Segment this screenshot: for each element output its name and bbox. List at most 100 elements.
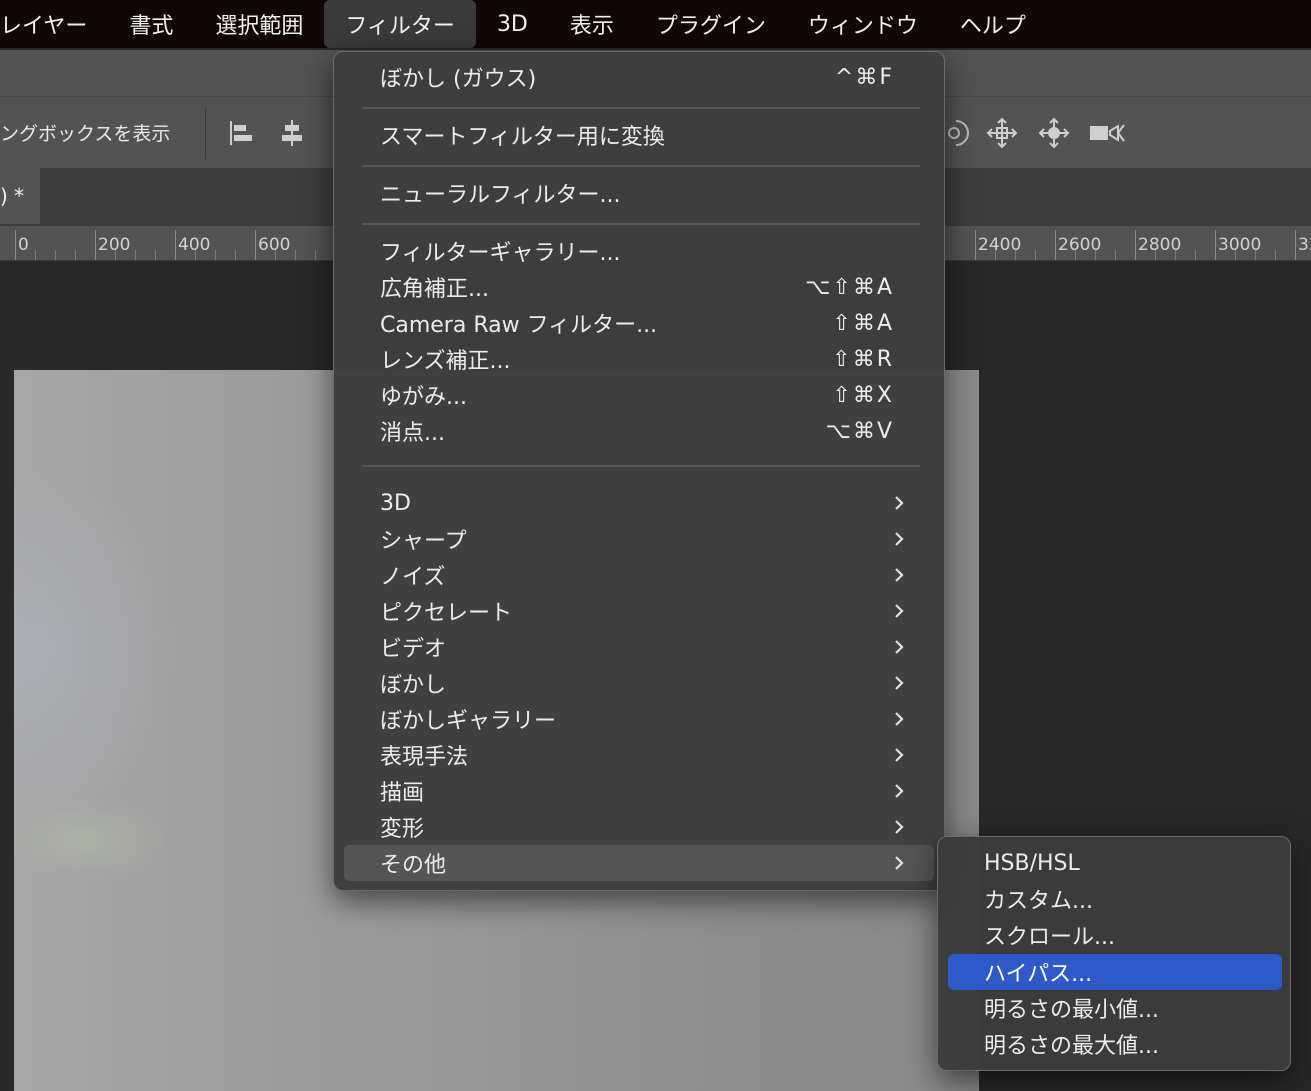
menu-help[interactable]: ヘルプ [939, 0, 1047, 48]
chevron-right-icon [895, 784, 904, 798]
menu-item-label: ぼかし (ガウス) [380, 67, 537, 92]
submenu-item-offset[interactable]: スクロール... [948, 917, 1282, 953]
ruler-tick [255, 230, 256, 260]
show-bounding-box-label[interactable]: ングボックスを表示 [0, 119, 170, 146]
ruler-minor-tick [215, 250, 216, 260]
menu-item-label: その他 [380, 853, 447, 878]
chevron-right-icon [895, 604, 904, 618]
ruler-minor-tick [295, 250, 296, 260]
menu-item-convert-smart-filter[interactable]: スマートフィルター用に変換 [344, 117, 934, 153]
ruler-label: 0 [18, 235, 29, 255]
menu-item-distort[interactable]: 変形 [344, 809, 934, 845]
menu-item-label: スマートフィルター用に変換 [380, 125, 665, 150]
menu-item-label: シャープ [380, 529, 467, 554]
menu-item-label: 描画 [380, 781, 425, 806]
menu-item-label: 広角補正... [380, 277, 489, 302]
menu-type[interactable]: 書式 [108, 0, 194, 48]
menu-view[interactable]: 表示 [549, 0, 635, 48]
menu-item-camera-raw-filter[interactable]: Camera Raw フィルター... ⇧⌘A [344, 305, 934, 341]
menu-item-lens-correction[interactable]: レンズ補正... ⇧⌘R [344, 341, 934, 377]
chevron-right-icon [895, 712, 904, 726]
menu-item-sharpen[interactable]: シャープ [344, 521, 934, 557]
ruler-minor-tick [155, 250, 156, 260]
menu-item-other[interactable]: その他 [344, 845, 934, 881]
ruler-label: 32 [1298, 235, 1311, 255]
menu-item-filter-gallery[interactable]: フィルターギャラリー... [344, 233, 934, 269]
menu-bar: レイヤー 書式 選択範囲 フィルター 3D 表示 プラグイン ウィンドウ ヘルプ [0, 0, 1311, 48]
menu-item-label: 3D [380, 490, 411, 516]
menu-item-adaptive-wide-angle[interactable]: 広角補正... ⌥⇧⌘A [344, 269, 934, 305]
menu-item-label: Camera Raw フィルター... [380, 313, 658, 338]
menu-layer[interactable]: レイヤー [0, 0, 108, 48]
menu-item-shortcut: ^⌘F [834, 64, 894, 90]
menu-filter[interactable]: フィルター [324, 0, 476, 48]
submenu-item-maximum[interactable]: 明るさの最大値... [948, 1026, 1282, 1062]
ruler-minor-tick [1095, 250, 1096, 260]
ruler-minor-tick [235, 250, 236, 260]
menu-separator [362, 223, 920, 225]
menu-item-blur[interactable]: ぼかし [344, 665, 934, 701]
ruler-minor-tick [275, 250, 276, 260]
menu-item-shortcut: ⇧⌘R [832, 346, 894, 372]
ruler-minor-tick [1155, 250, 1156, 260]
document-tab[interactable]: ) * [0, 168, 40, 224]
menu-item-label: ゆがみ... [380, 385, 467, 410]
menu-3d[interactable]: 3D [476, 0, 549, 48]
ruler-minor-tick [1015, 250, 1016, 260]
menu-item-shortcut: ⇧⌘A [832, 310, 894, 336]
menu-item-label: フィルターギャラリー... [380, 241, 621, 266]
chevron-right-icon [895, 640, 904, 654]
options-divider [205, 107, 206, 159]
menu-plugins[interactable]: プラグイン [635, 0, 787, 48]
menu-item-3d[interactable]: 3D [344, 485, 934, 521]
ruler-minor-tick [315, 250, 316, 260]
ruler-tick [975, 230, 976, 260]
ruler-tick [1215, 230, 1216, 260]
ruler-minor-tick [75, 250, 76, 260]
pan-3d-icon[interactable] [984, 115, 1020, 151]
slide-3d-icon[interactable] [1036, 115, 1072, 151]
submenu-item-hsb-hsl[interactable]: HSB/HSL [948, 845, 1282, 881]
ruler-tick [175, 230, 176, 260]
camera-3d-icon[interactable] [1088, 115, 1125, 151]
chevron-right-icon [895, 676, 904, 690]
ruler-minor-tick [1235, 250, 1236, 260]
menu-item-gaussian-blur[interactable]: ぼかし (ガウス) ^⌘F [344, 59, 934, 95]
align-left-edges-icon[interactable] [222, 115, 258, 151]
submenu-item-minimum[interactable]: 明るさの最小値... [948, 990, 1282, 1026]
menu-window[interactable]: ウィンドウ [787, 0, 939, 48]
menu-item-video[interactable]: ビデオ [344, 629, 934, 665]
ruler-tick [1055, 230, 1056, 260]
ruler-minor-tick [115, 250, 116, 260]
menu-item-label: ノイズ [380, 565, 446, 590]
menu-item-render[interactable]: 描画 [344, 773, 934, 809]
chevron-right-icon [895, 856, 904, 870]
ruler-minor-tick [135, 250, 136, 260]
submenu-item-custom[interactable]: カスタム... [948, 881, 1282, 917]
menu-item-pixelate[interactable]: ピクセレート [344, 593, 934, 629]
chevron-right-icon [895, 532, 904, 546]
chevron-right-icon [895, 748, 904, 762]
menu-separator [362, 165, 920, 167]
menu-item-noise[interactable]: ノイズ [344, 557, 934, 593]
menu-item-label: 表現手法 [380, 745, 469, 770]
menu-select[interactable]: 選択範囲 [194, 0, 324, 48]
menu-item-label: ニューラルフィルター... [380, 183, 621, 208]
menu-item-label: ピクセレート [380, 601, 513, 626]
ruler-minor-tick [35, 250, 36, 260]
menu-item-label: 変形 [380, 817, 425, 842]
menu-separator [362, 107, 920, 109]
submenu-item-high-pass[interactable]: ハイパス... [948, 954, 1282, 990]
ruler-minor-tick [1115, 250, 1116, 260]
menu-item-blur-gallery[interactable]: ぼかしギャラリー [344, 701, 934, 737]
chevron-right-icon [895, 496, 904, 510]
menu-item-stylize[interactable]: 表現手法 [344, 737, 934, 773]
menu-item-liquify[interactable]: ゆがみ... ⇧⌘X [344, 377, 934, 413]
ruler-minor-tick [195, 250, 196, 260]
menu-item-neural-filters[interactable]: ニューラルフィルター... [344, 175, 934, 211]
menu-item-vanishing-point[interactable]: 消点... ⌥⌘V [344, 413, 934, 449]
filter-dropdown-menu: ぼかし (ガウス) ^⌘F スマートフィルター用に変換 ニューラルフィルター..… [333, 51, 945, 891]
ruler-minor-tick [1275, 250, 1276, 260]
ruler-tick [95, 230, 96, 260]
align-horizontal-centers-icon[interactable] [274, 115, 310, 151]
